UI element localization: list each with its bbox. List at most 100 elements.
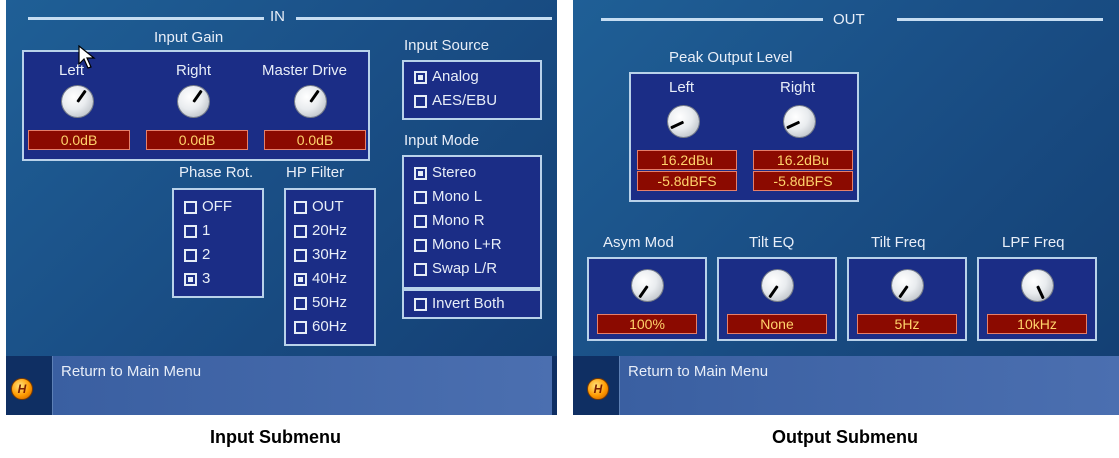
peak-output-left-dbu: 16.2dBu: [637, 150, 737, 170]
phase-rot-3-label: 3: [202, 270, 211, 287]
input-mode-invert-both[interactable]: Invert Both: [414, 295, 534, 315]
lpf-freq-label: LPF Freq: [1002, 234, 1065, 251]
input-mode-mono-lr[interactable]: Mono L+R: [414, 236, 534, 256]
checkbox-icon: [184, 201, 197, 214]
input-mode-swap-lr-label: Swap L/R: [432, 260, 498, 277]
input-mode-title: Input Mode: [404, 132, 480, 149]
input-mode-stereo-label: Stereo: [432, 164, 477, 181]
input-gain-right-value: 0.0dB: [146, 130, 248, 150]
lpf-freq-knob[interactable]: [1022, 270, 1053, 301]
phase-rot-title: Phase Rot.: [179, 164, 254, 181]
peak-output-left-knob[interactable]: [668, 106, 699, 137]
input-gain-master-knob[interactable]: [295, 86, 326, 117]
input-source-aesebu[interactable]: AES/EBU: [414, 92, 534, 112]
input-source-analog-label: Analog: [432, 68, 479, 85]
hp-filter-60hz[interactable]: 60Hz: [294, 318, 370, 338]
checkbox-checked-icon: [184, 273, 197, 286]
checkbox-icon: [184, 225, 197, 238]
input-gain-right-label: Right: [176, 62, 212, 79]
return-main-menu-button[interactable]: Return to Main Menu: [52, 356, 552, 415]
checkbox-icon: [184, 249, 197, 262]
hp-filter-40hz[interactable]: 40Hz: [294, 270, 370, 290]
tilt-eq-value: None: [727, 314, 827, 334]
peak-output-left-dbfs: -5.8dBFS: [637, 171, 737, 191]
hp-filter-20hz[interactable]: 20Hz: [294, 222, 370, 242]
tilt-freq-knob[interactable]: [892, 270, 923, 301]
input-mode-mono-l[interactable]: Mono L: [414, 188, 534, 208]
hp-filter-40hz-label: 40Hz: [312, 270, 348, 287]
input-gain-left-knob[interactable]: [62, 86, 93, 117]
hp-filter-30hz-label: 30Hz: [312, 246, 348, 263]
checkbox-icon: [294, 249, 307, 262]
checkbox-checked-icon: [414, 71, 427, 84]
return-main-menu-button[interactable]: Return to Main Menu: [619, 356, 1119, 415]
peak-output-right-knob[interactable]: [784, 106, 815, 137]
out-footer: H Return to Main Menu: [573, 356, 1119, 415]
phase-rot-2-label: 2: [202, 246, 211, 263]
tilt-eq-label: Tilt EQ: [749, 234, 795, 251]
phase-rot-2[interactable]: 2: [184, 246, 254, 266]
peak-output-right-dbu: 16.2dBu: [753, 150, 853, 170]
checkbox-icon: [414, 298, 427, 311]
output-submenu-panel: OUT Peak Output Level Left 16.2dBu -5.8d…: [573, 0, 1119, 415]
asym-mod-value: 100%: [597, 314, 697, 334]
phase-rot-1-label: 1: [202, 222, 211, 239]
in-section-line-left: [28, 17, 264, 20]
hp-filter-out[interactable]: OUT: [294, 198, 370, 218]
phase-rot-off-label: OFF: [202, 198, 232, 215]
lpf-freq-value: 10kHz: [987, 314, 1087, 334]
input-mode-swap-lr[interactable]: Swap L/R: [414, 260, 534, 280]
checkbox-icon: [294, 201, 307, 214]
peak-output-right-label: Right: [780, 79, 816, 96]
input-submenu-panel: IN Input Gain Left 0.0dB Right 0.0dB Mas…: [6, 0, 557, 415]
checkbox-icon: [294, 321, 307, 334]
phase-rot-1[interactable]: 1: [184, 222, 254, 242]
peak-output-right-dbfs: -5.8dBFS: [753, 171, 853, 191]
input-gain-right-knob[interactable]: [178, 86, 209, 117]
help-button-icon[interactable]: H: [587, 378, 609, 400]
hp-filter-50hz[interactable]: 50Hz: [294, 294, 370, 314]
input-gain-master-value: 0.0dB: [264, 130, 366, 150]
peak-output-title: Peak Output Level: [669, 49, 793, 66]
input-source-analog[interactable]: Analog: [414, 68, 534, 88]
hp-filter-30hz[interactable]: 30Hz: [294, 246, 370, 266]
hp-filter-50hz-label: 50Hz: [312, 294, 348, 311]
input-gain-left-value: 0.0dB: [28, 130, 130, 150]
input-mode-mono-l-label: Mono L: [432, 188, 483, 205]
checkbox-checked-icon: [294, 273, 307, 286]
out-section-title: OUT: [833, 11, 865, 28]
tilt-freq-label: Tilt Freq: [871, 234, 926, 251]
input-mode-mono-r[interactable]: Mono R: [414, 212, 534, 232]
hp-filter-60hz-label: 60Hz: [312, 318, 348, 335]
phase-rot-3[interactable]: 3: [184, 270, 254, 290]
return-main-menu-label: Return to Main Menu: [628, 363, 769, 380]
out-section-line-left: [601, 18, 823, 21]
checkbox-checked-icon: [414, 167, 427, 180]
input-mode-stereo[interactable]: Stereo: [414, 164, 534, 184]
hp-filter-title: HP Filter: [286, 164, 345, 181]
checkbox-icon: [414, 215, 427, 228]
checkbox-icon: [414, 239, 427, 252]
hp-filter-20hz-label: 20Hz: [312, 222, 348, 239]
input-source-aesebu-label: AES/EBU: [432, 92, 498, 109]
output-submenu-caption: Output Submenu: [772, 427, 918, 447]
in-section-line-right: [296, 17, 552, 20]
input-source-title: Input Source: [404, 37, 490, 54]
phase-rot-off[interactable]: OFF: [184, 198, 254, 218]
tilt-eq-knob[interactable]: [762, 270, 793, 301]
mouse-pointer-icon: [78, 45, 96, 69]
checkbox-icon: [414, 191, 427, 204]
tilt-freq-value: 5Hz: [857, 314, 957, 334]
checkbox-icon: [414, 263, 427, 276]
checkbox-icon: [414, 95, 427, 108]
input-mode-mono-lr-label: Mono L+R: [432, 236, 502, 253]
input-gain-master-label: Master Drive: [262, 62, 348, 79]
return-main-menu-label: Return to Main Menu: [61, 363, 202, 380]
help-button-icon[interactable]: H: [11, 378, 33, 400]
in-section-title: IN: [270, 8, 285, 25]
out-section-line-right: [897, 18, 1103, 21]
asym-mod-knob[interactable]: [632, 270, 663, 301]
checkbox-icon: [294, 225, 307, 238]
asym-mod-label: Asym Mod: [603, 234, 674, 251]
in-footer: H Return to Main Menu: [6, 356, 557, 415]
